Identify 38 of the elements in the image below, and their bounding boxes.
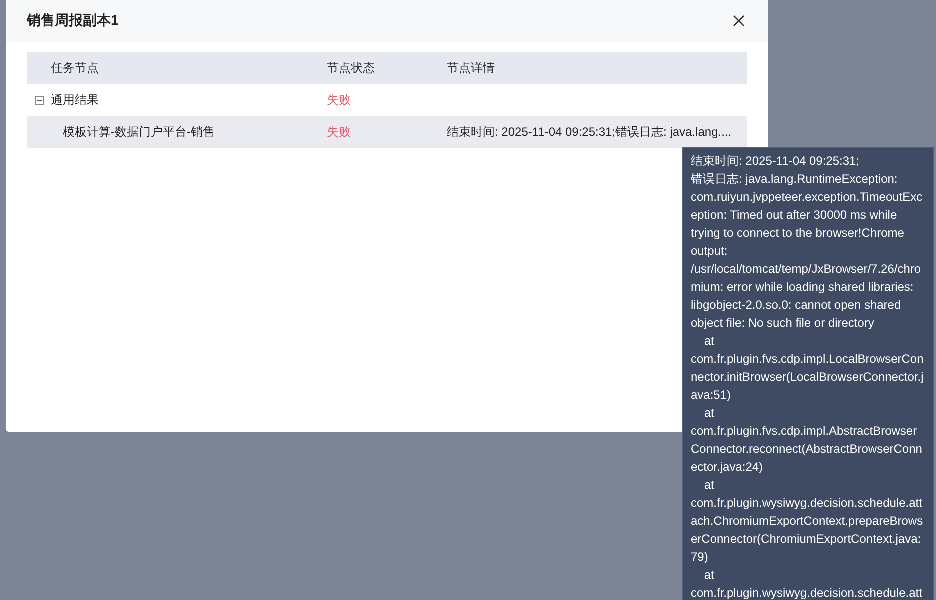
tooltip-line: 错误日志: java.lang.RuntimeException:: [691, 171, 899, 188]
tooltip-line: Connector.reconnect(AbstractBrowserConn: [691, 441, 924, 458]
tooltip-line: nector.initBrowser(LocalBrowserConnector.j: [691, 369, 925, 386]
tooltip-line: at: [703, 477, 716, 494]
tooltip-line: ach.ChromiumExportContext.prepareBrows: [691, 513, 924, 530]
tooltip-line: com.ruiyun.jvppeteer.exception.TimeoutExc: [691, 189, 924, 206]
tooltip-line: object file: No such file or directory: [691, 315, 876, 332]
close-icon[interactable]: [732, 14, 746, 28]
node-status: 失败: [327, 92, 351, 108]
tooltip-line: 79): [691, 549, 710, 566]
node-status: 失败: [327, 124, 351, 140]
collapse-icon[interactable]: [35, 96, 44, 104]
tooltip-line: ava:51): [691, 387, 732, 404]
tooltip-line: eption: Timed out after 30000 ms while: [691, 207, 898, 224]
dialog-title: 销售周报副本1: [27, 12, 119, 30]
tooltip-line: at: [703, 567, 716, 584]
tooltip-line: 结束时间: 2025-11-04 09:25:31;: [691, 153, 861, 170]
tooltip-line: libgobject-2.0.so.0: cannot open shared: [691, 297, 902, 314]
tooltip-line: /usr/local/tomcat/temp/JxBrowser/7.26/chro: [691, 261, 922, 278]
node-detail: 结束时间: 2025-11-04 09:25:31;错误日志: java.lang....: [447, 124, 732, 140]
task-node-name: 通用结果: [51, 92, 99, 108]
tooltip-line: trying to connect to the browser!Chrome: [691, 225, 906, 242]
tooltip-line: at: [703, 333, 716, 350]
tooltip-line: com.fr.plugin.fvs.cdp.impl.AbstractBrowser: [691, 423, 918, 440]
tooltip-line: at: [703, 405, 716, 422]
column-header: 任务节点: [50, 60, 100, 76]
column-header: 节点状态: [327, 60, 376, 76]
tooltip-line: erConnector(ChromiumExportContext.java:: [691, 531, 922, 548]
tooltip-line: ector.java:24): [691, 459, 764, 476]
tooltip-line: com.fr.plugin.wysiwyg.decision.schedule.att: [691, 495, 924, 512]
tooltip-line: com.fr.plugin.fvs.cdp.impl.LocalBrowserCon: [691, 351, 925, 368]
tooltip-line: com.fr.plugin.wysiwyg.decision.schedule.att: [691, 585, 924, 600]
tooltip-line: mium: error while loading shared libraries:: [691, 279, 915, 296]
task-node-name: 模板计算-数据门户平台-销售: [63, 124, 215, 140]
tooltip-line: output:: [691, 243, 729, 260]
table-row[interactable]: 模板计算-数据门户平台-销售 失败 结束时间: 2025-11-04 09:25:31;错误日志: java.lang....: [27, 116, 747, 148]
table-row[interactable]: 通用结果 失败: [27, 84, 747, 116]
column-header: 节点详情: [447, 60, 496, 76]
